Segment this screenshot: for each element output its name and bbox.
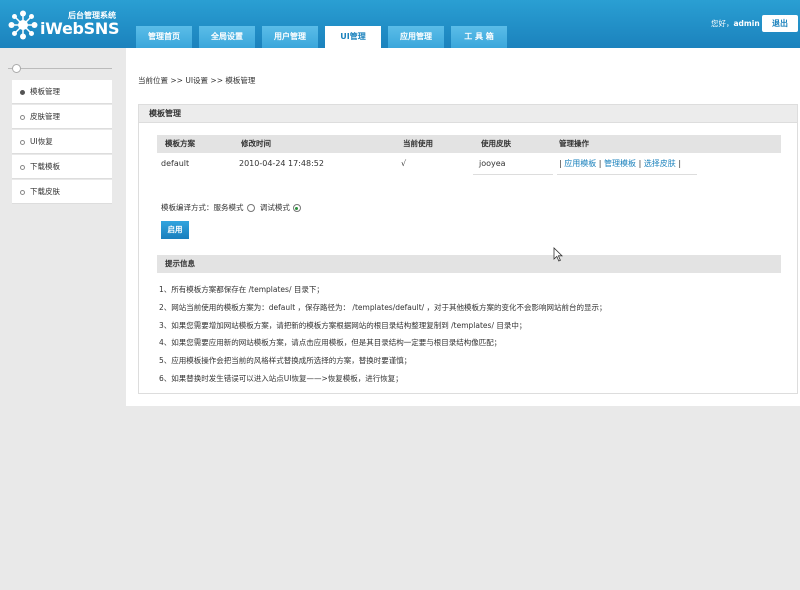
greeting-prefix: 您好， [711,19,734,28]
table-header: 模板方案 修改时间 当前使用 使用皮肤 管理操作 [157,135,781,153]
col-skin: 使用皮肤 [481,139,511,148]
sidebar-item-template-management[interactable]: 模板管理 [12,80,112,104]
row-divider [473,174,553,175]
sidebar-item-label: 下载模板 [30,162,60,171]
template-panel: 模板管理 模板方案 修改时间 当前使用 使用皮肤 管理操作 default 20… [138,104,798,394]
sidebar-item-label: 下载皮肤 [30,187,60,196]
main-nav: 管理首页 全局设置 用户管理 UI管理 应用管理 工 具 箱 [136,26,514,48]
compile-option-service-label: 服务模式 [213,203,244,212]
sidebar-divider [8,68,112,69]
compile-option-debug-label: 调试模式 [259,203,290,212]
tab-toolbox[interactable]: 工 具 箱 [451,26,507,48]
list-item: 3、如果您需要增加网站模板方案，请把新的模板方案根据网站的根目录结构整理复制到 … [159,320,527,330]
tips-list: 1、所有模板方案都保存在 /templates/ 目录下； 2、网站当前使用的模… [159,281,779,388]
radio-dot-icon [20,189,25,195]
panel-title: 模板管理 [139,105,797,123]
logout-button[interactable]: 退出 [762,15,798,32]
sidebar-toggle-icon[interactable] [12,64,21,73]
cell-modified: 2010-04-24 17:48:52 [239,159,324,168]
compile-mode-row: 模板编译方式：服务模式 调试模式 [161,202,304,213]
table-row: default 2010-04-24 17:48:52 √ jooyea | 应… [157,153,781,175]
list-item: 2、网站当前使用的模板方案为：default ，保存路径为： /template… [159,302,607,312]
main-content: 当前位置 >> UI设置 >> 模板管理 模板管理 模板方案 修改时间 当前使用… [126,48,800,406]
mouse-cursor-icon [553,247,563,262]
logo-network-icon [8,10,38,40]
sidebar: 模板管理 皮肤管理 UI恢复 下载模板 下载皮肤 [0,48,126,590]
tab-global-settings[interactable]: 全局设置 [199,26,255,48]
list-item: 4、如果您需要应用新的网站模板方案，请点击应用模板，但是其目录结构一定要与根目录… [159,338,502,348]
sidebar-item-download-skin[interactable]: 下载皮肤 [12,180,112,204]
cell-skin: jooyea [479,159,506,168]
apply-template-link[interactable]: 应用模板 [564,159,596,168]
tips-title: 提示信息 [157,255,781,273]
tab-app-management[interactable]: 应用管理 [388,26,444,48]
sidebar-item-download-template[interactable]: 下载模板 [12,155,112,179]
user-greeting: 您好，admin [711,18,760,29]
radio-dot-icon [20,139,25,145]
col-actions: 管理操作 [559,139,589,148]
tab-user-management[interactable]: 用户管理 [262,26,318,48]
sidebar-item-label: 模板管理 [30,87,60,96]
select-skin-link[interactable]: 选择皮肤 [644,159,676,168]
logo[interactable]: 后台管理系统 iWebSNS [8,8,128,40]
radio-dot-icon [20,89,25,95]
cell-scheme: default [161,159,190,168]
enable-button[interactable]: 启用 [161,221,189,239]
tab-ui-management[interactable]: UI管理 [325,26,381,48]
username: admin [733,19,760,28]
col-scheme: 模板方案 [165,139,195,148]
top-header: 后台管理系统 iWebSNS 管理首页 全局设置 用户管理 UI管理 应用管理 … [0,0,800,48]
list-item: 5、应用模板操作会把当前的风格样式替换成所选择的方案，替换时要谨慎； [159,356,412,366]
col-current: 当前使用 [403,139,433,148]
sidebar-item-label: 皮肤管理 [30,112,60,121]
sidebar-item-label: UI恢复 [30,137,53,146]
row-divider [557,174,697,175]
radio-dot-icon [20,114,25,120]
cell-current: √ [401,159,407,168]
tab-home[interactable]: 管理首页 [136,26,192,48]
sidebar-item-skin-management[interactable]: 皮肤管理 [12,105,112,129]
manage-template-link[interactable]: 管理模板 [604,159,636,168]
logo-text: iWebSNS [40,19,120,38]
compile-mode-label: 模板编译方式： [161,203,214,212]
cell-actions: | 应用模板 | 管理模板 | 选择皮肤 | [559,159,682,168]
compile-debug-radio[interactable] [292,204,301,212]
breadcrumb: 当前位置 >> UI设置 >> 模板管理 [138,76,256,85]
radio-dot-icon [20,164,25,170]
col-modified: 修改时间 [241,139,271,148]
compile-service-radio[interactable] [246,204,255,212]
list-item: 6、如果替换时发生错误可以进入站点UI恢复——>恢复模板，进行恢复； [159,373,403,383]
sidebar-item-ui-restore[interactable]: UI恢复 [12,130,112,154]
list-item: 1、所有模板方案都保存在 /templates/ 目录下； [159,285,324,294]
